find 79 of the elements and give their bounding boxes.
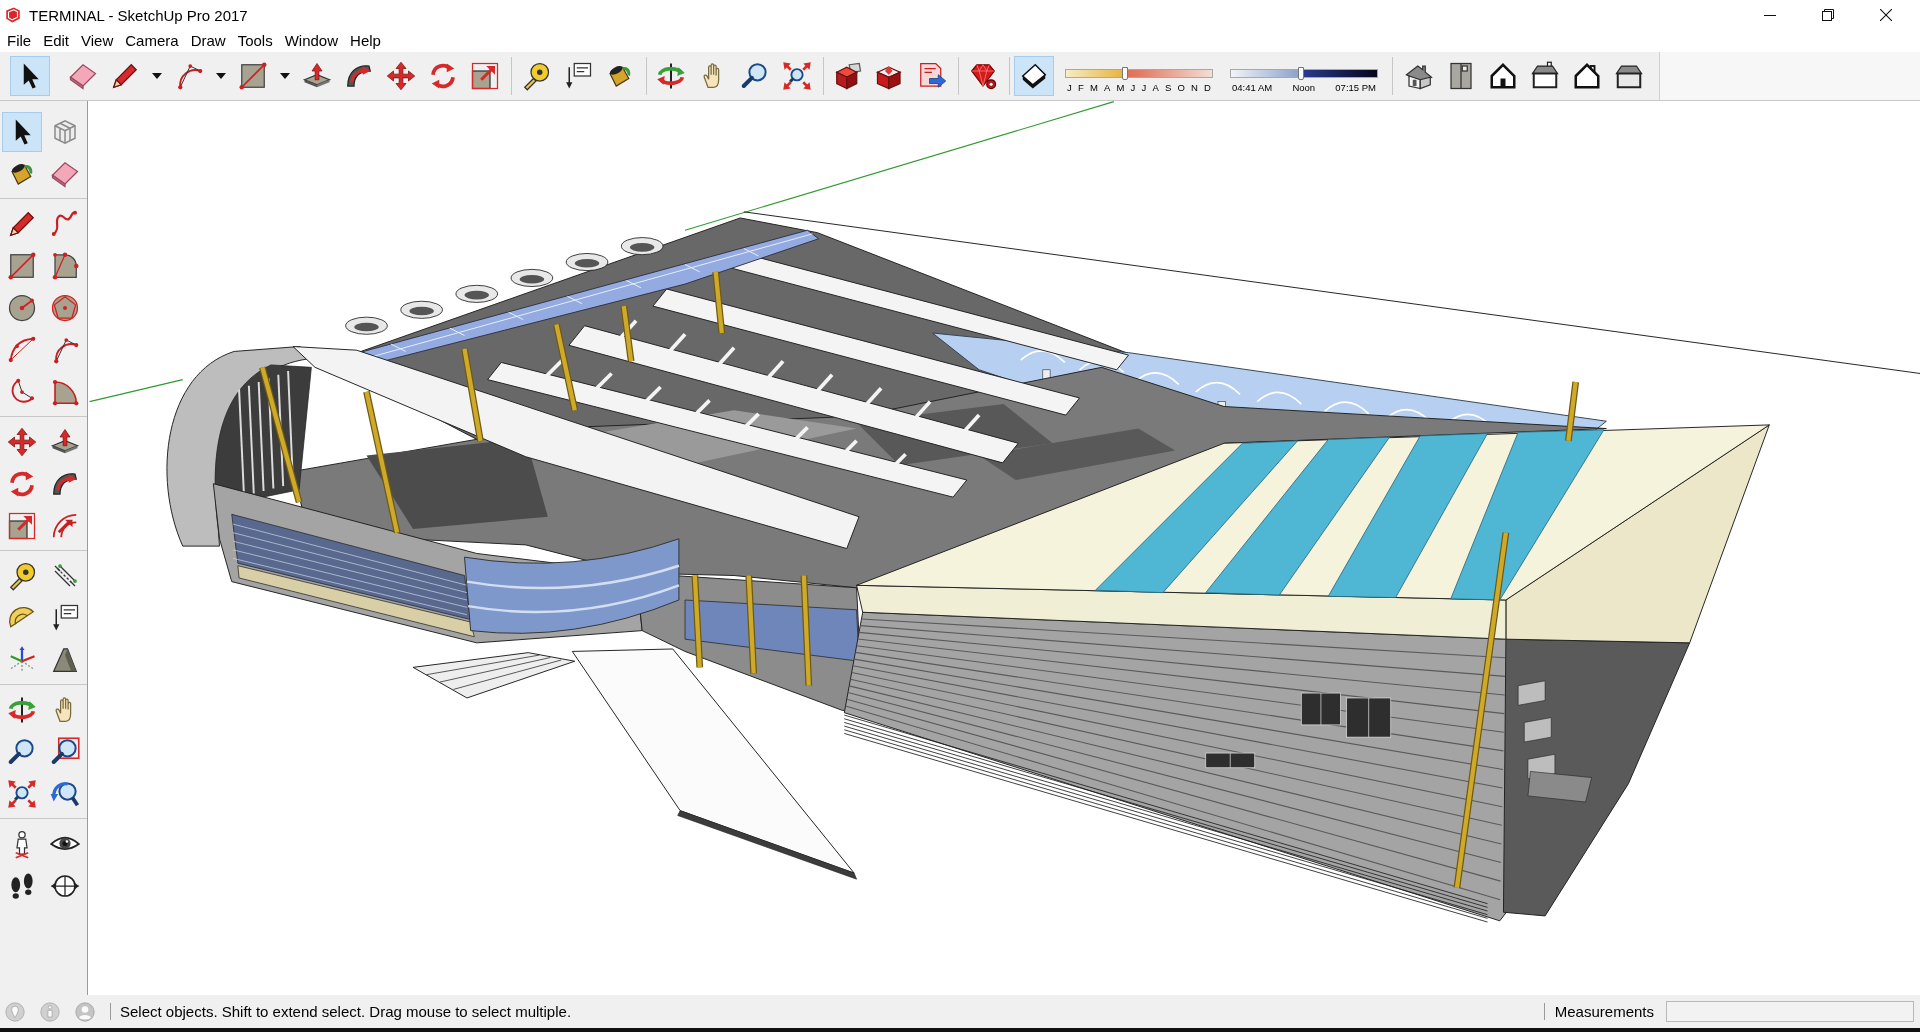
house-front-icon	[1488, 61, 1518, 91]
menu-item[interactable]: View	[75, 30, 120, 52]
caret-icon	[152, 73, 162, 79]
shadows-toggle-button[interactable]	[1014, 56, 1054, 96]
move-arrows-icon	[386, 61, 416, 91]
zoom-extents-icon	[7, 779, 37, 809]
time-slider-track[interactable]	[1230, 69, 1378, 78]
zoom-extents-icon	[782, 61, 812, 91]
scale-icon	[470, 61, 500, 91]
house-side-icon	[1530, 61, 1560, 91]
minimize-icon	[1764, 14, 1776, 16]
caret-icon	[280, 73, 290, 79]
rectangle-icon	[7, 251, 37, 281]
measurements-label: Measurements	[1554, 1003, 1654, 1020]
scale-icon	[7, 511, 37, 541]
orbit-icon	[7, 695, 37, 725]
menu-item[interactable]: Camera	[119, 30, 185, 52]
tile-icon	[1019, 61, 1049, 91]
measurements-field[interactable]	[1666, 1001, 1914, 1022]
select-tool-button[interactable]	[2, 112, 42, 152]
status-message: Select objects. Shift to extend select. Drag mouse to select multiple.	[120, 1003, 573, 1020]
zoom-window-icon	[50, 737, 80, 767]
close-icon	[1880, 9, 1892, 21]
orbit-icon	[656, 61, 686, 91]
eraser-icon	[50, 159, 80, 189]
time-label: Noon	[1292, 82, 1316, 93]
month-label: S	[1164, 82, 1172, 93]
time-label: 07:15 PM	[1335, 82, 1376, 93]
month-label: J	[1141, 82, 1147, 93]
document-arrow-icon	[917, 61, 947, 91]
menu-item[interactable]: Window	[278, 30, 345, 52]
box-stack-icon	[833, 61, 863, 91]
month-label: F	[1077, 82, 1084, 93]
squiggle-icon	[50, 209, 80, 239]
caret-icon	[216, 73, 226, 79]
month-label: J	[1067, 82, 1072, 93]
text-label-icon	[50, 603, 80, 633]
magnifier-icon	[7, 737, 37, 767]
time-label: 04:41 AM	[1232, 82, 1273, 93]
month-label: N	[1191, 82, 1198, 93]
pencil-icon	[7, 209, 37, 239]
app-logo-icon	[4, 6, 22, 24]
text-label-icon	[563, 61, 593, 91]
menu-item[interactable]: Draw	[184, 30, 232, 52]
move-arrows-icon	[7, 427, 37, 457]
house-outline-icon	[1572, 61, 1602, 91]
month-label: D	[1204, 82, 1211, 93]
slider-thumb[interactable]	[1122, 67, 1129, 80]
month-label: O	[1177, 82, 1185, 93]
month-label: A	[1104, 82, 1111, 93]
month-label: J	[1130, 82, 1136, 93]
circular-arrows-icon	[7, 469, 37, 499]
month-label: A	[1152, 82, 1159, 93]
tape-measure-icon	[7, 561, 37, 591]
restore-icon	[1822, 9, 1834, 21]
gem-icon	[968, 61, 998, 91]
month-label: M	[1116, 82, 1125, 93]
menu-item[interactable]: Edit	[37, 30, 76, 52]
pie-icon	[50, 377, 80, 407]
magnifier-icon	[740, 61, 770, 91]
month-label: M	[1089, 82, 1098, 93]
tape-measure-icon	[521, 61, 551, 91]
menu-item[interactable]: Help	[344, 30, 387, 52]
pencil-icon	[110, 61, 140, 91]
previous-view-icon	[50, 779, 80, 809]
pyramid-icon	[50, 645, 80, 675]
menu-item[interactable]: Tools	[231, 30, 279, 52]
rectangle-icon	[238, 61, 268, 91]
eraser-icon	[68, 61, 98, 91]
arc-icon	[7, 335, 37, 365]
polygon-icon	[50, 293, 80, 323]
select-tool-button[interactable]	[10, 56, 50, 96]
month-slider-track[interactable]	[1065, 69, 1213, 78]
circular-arrows-icon	[428, 61, 458, 91]
rounded-rectangle-icon	[50, 251, 80, 281]
window-title: TERMINAL - SketchUp Pro 2017	[29, 6, 249, 24]
slider-thumb[interactable]	[1297, 67, 1304, 80]
menu-item[interactable]: File	[1, 30, 38, 52]
circle-icon	[7, 293, 37, 323]
